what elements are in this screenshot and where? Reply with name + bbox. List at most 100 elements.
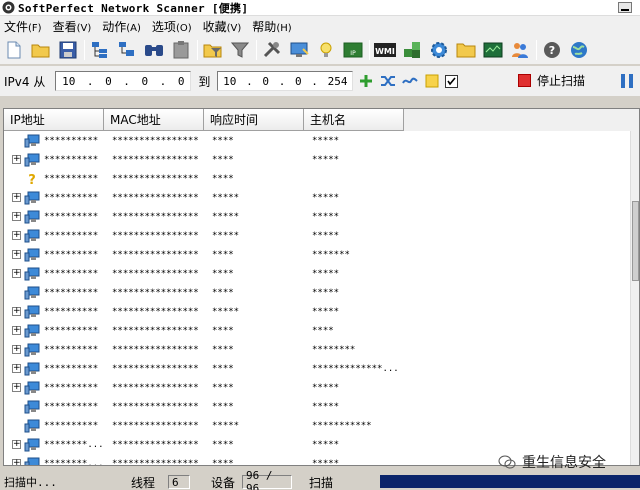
- menu-item-1[interactable]: 查看(V): [49, 18, 99, 35]
- table-row[interactable]: + ********** **************** **** *****: [4, 378, 632, 397]
- cell-ip: **********: [44, 420, 99, 431]
- table-row[interactable]: +**************************...**********: [4, 207, 632, 226]
- menu-item-5[interactable]: 帮助(H): [248, 18, 298, 35]
- stop-scan-button[interactable]: 停止扫描: [518, 72, 585, 89]
- computer-icon: [24, 362, 40, 376]
- clipboard-icon[interactable]: [170, 39, 192, 61]
- computer-icon: [24, 419, 40, 433]
- wave-icon[interactable]: [401, 72, 419, 90]
- expand-toggle[interactable]: +: [12, 364, 21, 373]
- table-row[interactable]: +**************************...**********: [4, 188, 632, 207]
- table-row[interactable]: ********** **************** ***** *********…: [4, 416, 632, 435]
- cell-mac: ****************: [112, 306, 199, 317]
- from-ip-input[interactable]: 10. 0. 0. 0: [55, 71, 192, 91]
- column-header-mac[interactable]: MAC地址: [104, 109, 204, 131]
- cell-mac: ****************: [112, 287, 199, 298]
- globe-icon[interactable]: [568, 39, 590, 61]
- table-row[interactable]: + ********** **************** ***** *****: [4, 302, 632, 321]
- menu-item-3[interactable]: 选项(O): [148, 18, 199, 35]
- table-row[interactable]: + ********** **************** **** *******: [4, 245, 632, 264]
- cell-ip: **********: [44, 173, 99, 184]
- menu-item-2[interactable]: 动作(A): [98, 18, 148, 35]
- cell-ip: **********: [44, 325, 99, 336]
- expand-toggle[interactable]: +: [12, 155, 21, 164]
- table-row[interactable]: ? ********** ****************... ****: [4, 169, 632, 188]
- cell-response-time: *****: [212, 306, 240, 317]
- registry-icon[interactable]: [401, 39, 423, 61]
- folder-icon[interactable]: [455, 39, 477, 61]
- cell-hostname: *****: [312, 439, 340, 450]
- shuffle-icon[interactable]: [379, 72, 397, 90]
- add-range-icon[interactable]: [357, 72, 375, 90]
- table-row[interactable]: +**************************...*********: [4, 150, 632, 169]
- computer-icon: [24, 153, 40, 167]
- cell-hostname: ***********: [312, 420, 372, 431]
- expand-toggle[interactable]: +: [12, 307, 21, 316]
- to-ip-input[interactable]: 10. 0. 0. 254: [217, 71, 354, 91]
- find-icon[interactable]: [143, 39, 165, 61]
- to-label: 到: [198, 74, 211, 89]
- cell-mac: ****************...: [112, 192, 200, 203]
- expand-toggle[interactable]: +: [12, 383, 21, 392]
- vertical-scrollbar[interactable]: [630, 131, 639, 465]
- ip-card-icon[interactable]: IP: [342, 39, 364, 61]
- devices-value: 96 / 96: [242, 469, 292, 490]
- column-header-response-time[interactable]: 响应时间: [204, 109, 304, 131]
- expand-toggle[interactable]: +: [12, 250, 21, 259]
- users-icon[interactable]: [509, 39, 531, 61]
- help-icon[interactable]: ?: [541, 39, 563, 61]
- cell-ip: **********: [44, 363, 99, 374]
- table-row[interactable]: ********** **************** **** *****: [4, 397, 632, 416]
- menu-item-4[interactable]: 收藏(V): [199, 18, 249, 35]
- computer-icon: [24, 457, 40, 465]
- column-header-ip[interactable]: IP地址: [4, 109, 104, 131]
- filter-icon[interactable]: [202, 39, 224, 61]
- cell-mac: ****************: [112, 135, 199, 146]
- scrollbar-thumb[interactable]: [632, 201, 639, 281]
- option-checkbox[interactable]: [445, 74, 459, 88]
- watermark: 重生信息安全: [498, 452, 606, 472]
- table-row[interactable]: ********** **************** **** *****: [4, 283, 632, 302]
- pause-button[interactable]: [620, 73, 634, 89]
- expand-toggle[interactable]: +: [12, 212, 21, 221]
- expand-toggle[interactable]: +: [12, 459, 21, 465]
- lightbulb-icon[interactable]: [315, 39, 337, 61]
- settings-gear-icon[interactable]: [428, 39, 450, 61]
- table-row[interactable]: + ********** **************** **** *********…: [4, 359, 632, 378]
- cell-response-time: ****: [212, 458, 234, 466]
- collapse-tree-icon[interactable]: [116, 39, 138, 61]
- computer-icon: [24, 267, 40, 281]
- monitor-graph-icon[interactable]: [482, 39, 504, 61]
- open-folder-icon[interactable]: [30, 39, 52, 61]
- note-icon[interactable]: [423, 72, 441, 90]
- tools-icon[interactable]: [261, 39, 283, 61]
- table-row[interactable]: +**************************...**********: [4, 226, 632, 245]
- table-row[interactable]: + ********** ****************... **** ****: [4, 321, 632, 340]
- expand-tree-icon[interactable]: [89, 39, 111, 61]
- new-icon[interactable]: [3, 39, 25, 61]
- table-row[interactable]: ********** **************** **** *****: [4, 131, 632, 150]
- expand-toggle[interactable]: +: [12, 440, 21, 449]
- cell-response-time: *****: [212, 192, 240, 203]
- funnel-icon[interactable]: [229, 39, 251, 61]
- cell-mac: ****************...: [112, 325, 200, 336]
- cell-ip: **********: [44, 249, 99, 260]
- computer-icon: [24, 305, 40, 319]
- expand-toggle[interactable]: +: [12, 269, 21, 278]
- table-row[interactable]: +**************************...*********: [4, 264, 632, 283]
- cell-mac: ****************: [112, 439, 199, 450]
- remote-computer-icon[interactable]: [288, 39, 310, 61]
- minimize-button[interactable]: [618, 2, 632, 13]
- ip-range-bar: IPv4 从 10. 0. 0. 0 到 10. 0. 0. 254 停止扫描: [0, 66, 640, 96]
- expand-toggle[interactable]: +: [12, 326, 21, 335]
- expand-toggle[interactable]: +: [12, 345, 21, 354]
- column-header-hostname[interactable]: 主机名: [304, 109, 404, 131]
- wmi-icon[interactable]: WMI: [374, 39, 396, 61]
- cell-response-time: *****: [212, 230, 240, 241]
- cell-response-time: ****: [212, 344, 234, 355]
- expand-toggle[interactable]: +: [12, 231, 21, 240]
- expand-toggle[interactable]: +: [12, 193, 21, 202]
- save-icon[interactable]: [57, 39, 79, 61]
- menu-item-0[interactable]: 文件(F): [0, 18, 49, 35]
- table-row[interactable]: + ********** **************** **** ********: [4, 340, 632, 359]
